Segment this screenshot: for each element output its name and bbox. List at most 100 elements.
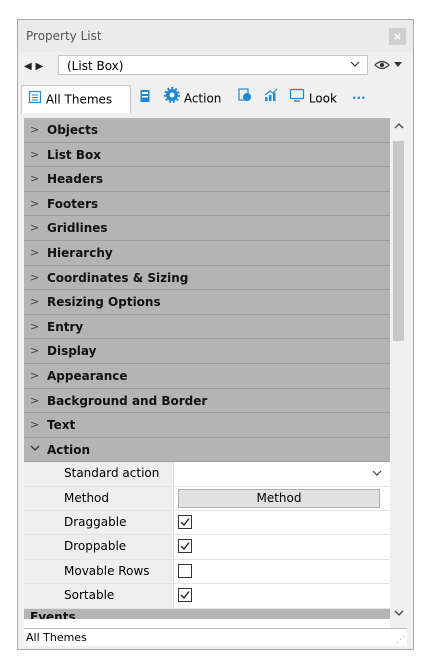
chevron-right-icon: >: [30, 418, 40, 432]
object-selector-row: ◀ ▶ (List Box): [18, 52, 413, 80]
category-text[interactable]: > Text: [24, 413, 390, 438]
caret-down-icon: [393, 61, 402, 67]
draggable-checkbox[interactable]: [178, 515, 192, 530]
chevron-right-icon: >: [30, 245, 40, 259]
tab-label: Action: [183, 91, 222, 106]
sortable-checkbox[interactable]: [178, 588, 192, 603]
property-value: [174, 511, 390, 534]
chevron-right-icon: >: [30, 270, 40, 284]
tab-all-themes[interactable]: All Themes: [21, 85, 131, 113]
droppable-checkbox[interactable]: [178, 539, 192, 554]
category-background-border[interactable]: > Background and Border: [24, 388, 390, 414]
chevron-right-icon: >: [30, 221, 40, 235]
chevron-right-icon: >: [30, 172, 40, 186]
scroll-down-icon[interactable]: [390, 608, 407, 625]
tab-more[interactable]: ···: [350, 85, 376, 113]
category-gridlines[interactable]: > Gridlines: [24, 216, 390, 241]
property-name: Draggable: [24, 511, 174, 535]
category-hierarchy[interactable]: > Hierarchy: [24, 240, 390, 266]
category-label: Gridlines: [47, 221, 108, 236]
paint-icon: [237, 86, 253, 112]
chevron-right-icon: >: [30, 147, 40, 161]
standard-action-dropdown[interactable]: [174, 462, 390, 485]
property-list-window: Property List × ◀ ▶ (List Box) All Theme…: [17, 19, 414, 650]
property-draggable: Draggable: [24, 511, 390, 536]
category-headers[interactable]: > Headers: [24, 167, 390, 192]
property-name: Movable Rows: [24, 559, 174, 584]
category-footers[interactable]: > Footers: [24, 191, 390, 217]
scrollbar-thumb[interactable]: [393, 141, 404, 341]
object-select[interactable]: (List Box): [58, 55, 368, 75]
status-bar: All Themes ⋰: [24, 628, 407, 646]
tab-label: All Themes: [45, 92, 113, 107]
tab-objects[interactable]: [135, 85, 157, 113]
category-display[interactable]: > Display: [24, 339, 390, 364]
object-icon: [138, 86, 152, 112]
tab-label: Look: [308, 91, 337, 106]
eye-icon: [374, 60, 390, 69]
property-value: Method: [174, 487, 390, 510]
category-label: Action: [47, 442, 91, 457]
category-label: Coordinates & Sizing: [47, 270, 189, 285]
category-objects[interactable]: > Objects: [24, 118, 390, 143]
category-label: Resizing Options: [47, 295, 161, 310]
vertical-scrollbar[interactable]: [390, 118, 407, 628]
tab-appearance[interactable]: [234, 85, 256, 113]
property-droppable: Droppable: [24, 535, 390, 560]
more-icon: ···: [352, 91, 366, 105]
property-method: Method Method: [24, 486, 390, 512]
category-appearance[interactable]: > Appearance: [24, 363, 390, 389]
property-movable-rows: Movable Rows: [24, 559, 390, 585]
method-button[interactable]: Method: [178, 488, 380, 508]
property-sortable: Sortable: [24, 584, 390, 609]
arrow-right-icon[interactable]: ▶: [36, 61, 44, 72]
arrow-left-icon[interactable]: ◀: [24, 61, 32, 72]
property-standard-action: Standard action: [24, 462, 390, 487]
monitor-icon: [289, 86, 305, 112]
category-entry[interactable]: > Entry: [24, 314, 390, 340]
chevron-right-icon: >: [30, 344, 40, 358]
title-bar[interactable]: Property List ×: [18, 20, 413, 52]
category-label: List Box: [47, 147, 101, 162]
category-label: Background and Border: [47, 393, 208, 408]
chevron-right-icon: >: [30, 123, 40, 136]
property-grid: > Objects > List Box > Headers > Footers > Gr…: [24, 118, 407, 628]
visibility-menu-button[interactable]: [374, 57, 408, 75]
status-text: All Themes: [26, 631, 87, 644]
category-action[interactable]: Action: [24, 437, 390, 463]
category-coordinates-sizing[interactable]: > Coordinates & Sizing: [24, 265, 390, 291]
category-label: Events: [30, 609, 76, 619]
tab-data-source[interactable]: [260, 85, 282, 113]
chart-icon: [263, 86, 279, 112]
chevron-right-icon: >: [30, 295, 40, 309]
chevron-right-icon: >: [30, 319, 40, 333]
property-name: Method: [24, 486, 174, 511]
property-name: Sortable: [24, 584, 174, 608]
close-icon: ×: [392, 30, 403, 43]
category-label: Display: [47, 344, 97, 359]
resize-grip-icon[interactable]: ⋰: [396, 635, 405, 645]
list-icon: [28, 87, 42, 113]
category-label: Appearance: [47, 368, 128, 383]
property-rows: > Objects > List Box > Headers > Footers > Gr…: [24, 118, 390, 619]
property-name: Standard action: [24, 462, 174, 486]
category-events-partial[interactable]: Events: [24, 608, 390, 619]
movable-rows-checkbox[interactable]: [178, 563, 192, 578]
property-name: Droppable: [24, 535, 174, 559]
chevron-down-icon: [372, 467, 382, 481]
category-list-box[interactable]: > List Box: [24, 142, 390, 168]
chevron-down-icon: [30, 443, 40, 456]
tab-look[interactable]: Look: [286, 85, 346, 113]
category-label: Objects: [47, 123, 99, 137]
category-resizing-options[interactable]: > Resizing Options: [24, 290, 390, 315]
theme-tabs: All Themes Action Look ···: [18, 82, 413, 114]
chevron-right-icon: >: [30, 368, 40, 382]
scroll-up-icon[interactable]: [390, 121, 407, 138]
category-label: Text: [47, 418, 76, 433]
chevron-right-icon: >: [30, 393, 40, 407]
category-label: Headers: [47, 172, 104, 187]
checkmark-icon: [180, 542, 190, 551]
tab-action[interactable]: Action: [161, 85, 231, 113]
close-button[interactable]: ×: [389, 28, 406, 45]
category-label: Hierarchy: [47, 245, 113, 260]
